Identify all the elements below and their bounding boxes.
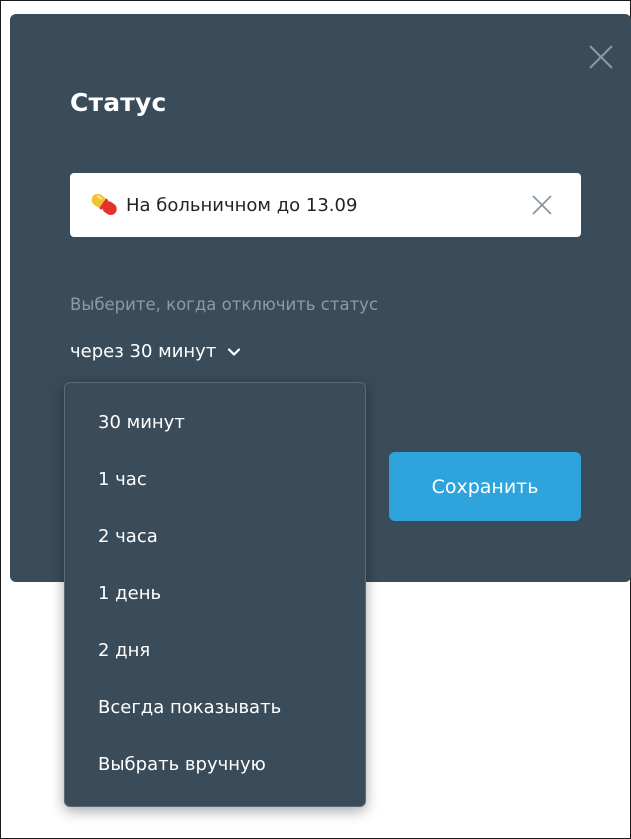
option-1-day[interactable]: 1 день [98,583,161,604]
option-choose-manually[interactable]: Выбрать вручную [98,754,266,775]
status-input-value: На больничном до 13.09 [126,194,358,216]
clear-icon[interactable] [531,194,553,216]
save-button[interactable]: Сохранить [389,452,581,521]
dialog-title: Статус [70,88,167,117]
chevron-down-icon [228,347,241,356]
close-icon[interactable] [584,40,618,74]
option-2-days[interactable]: 2 дня [98,640,150,661]
option-30-minutes[interactable]: 30 минут [98,412,185,433]
expiry-select-value: через 30 минут [70,341,217,362]
option-always-show[interactable]: Всегда показывать [98,697,281,718]
option-1-hour[interactable]: 1 час [98,469,147,490]
pill-icon [91,193,117,216]
expiry-hint: Выберите, когда отключить статус [70,295,379,314]
expiry-dropdown: 30 минут 1 час 2 часа 1 день 2 дня Всегд… [64,382,366,807]
status-input[interactable]: На больничном до 13.09 [70,173,581,237]
option-2-hours[interactable]: 2 часа [98,526,158,547]
expiry-select[interactable]: через 30 минут [70,341,242,362]
